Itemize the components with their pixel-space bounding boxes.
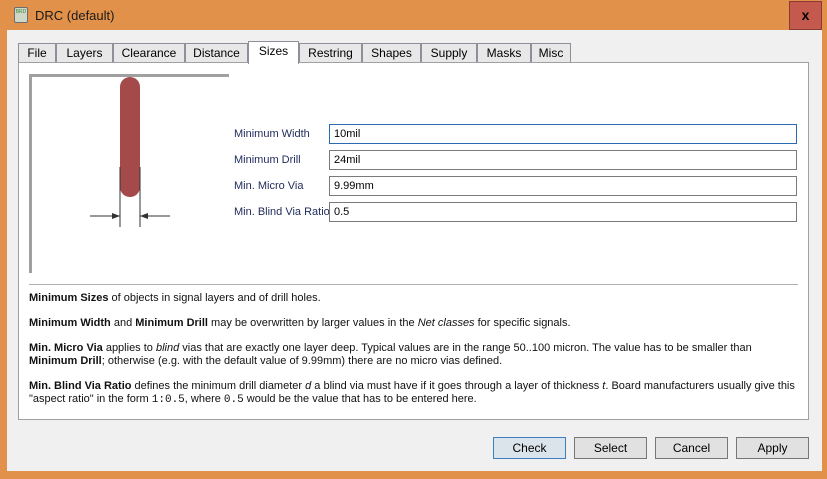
app-icon-text: BRD (15, 9, 27, 15)
min-width-label: Minimum Width (234, 128, 310, 140)
min-blind-via-ratio-input[interactable]: 0.5 (329, 202, 797, 222)
desc-paragraph-4: Min. Blind Via Ratio defines the minimum… (29, 380, 795, 406)
close-button[interactable]: x (789, 1, 822, 30)
tab-supply[interactable]: Supply (421, 43, 477, 63)
width-illustration (29, 74, 229, 273)
desc-paragraph-3: Min. Micro Via applies to blind vias tha… (29, 342, 752, 367)
min-micro-via-label: Min. Micro Via (234, 180, 304, 192)
tab-distance[interactable]: Distance (185, 43, 248, 63)
apply-button[interactable]: Apply (736, 437, 809, 459)
tab-layers[interactable]: Layers (56, 43, 113, 63)
title-bar: BRD DRC (default) x (0, 0, 827, 30)
divider (29, 284, 798, 285)
app-icon: BRD (14, 7, 28, 23)
arrow-left-icon (140, 213, 148, 219)
sizes-panel: Minimum Width 10mil Minimum Drill 24mil … (18, 62, 809, 420)
desc-paragraph-1: Minimum Sizes of objects in signal layer… (29, 292, 321, 304)
window-title: DRC (default) (35, 8, 115, 23)
min-blind-via-ratio-label: Min. Blind Via Ratio (234, 206, 330, 218)
tab-masks[interactable]: Masks (477, 43, 531, 63)
tab-shapes[interactable]: Shapes (362, 43, 421, 63)
min-micro-via-input[interactable]: 9.99mm (329, 176, 797, 196)
dialog-body: File Layers Clearance Distance Sizes Res… (7, 30, 822, 471)
trace-width-diagram (90, 77, 170, 227)
check-button[interactable]: Check (493, 437, 566, 459)
tab-restring[interactable]: Restring (299, 43, 362, 63)
tab-file[interactable]: File (18, 43, 56, 63)
tab-misc[interactable]: Misc (531, 43, 571, 63)
min-drill-label: Minimum Drill (234, 154, 301, 166)
min-drill-input[interactable]: 24mil (329, 150, 797, 170)
cancel-button[interactable]: Cancel (655, 437, 728, 459)
arrow-right-icon (112, 213, 120, 219)
select-button[interactable]: Select (574, 437, 647, 459)
tab-sizes[interactable]: Sizes (248, 41, 299, 64)
tab-clearance[interactable]: Clearance (113, 43, 185, 63)
min-width-input[interactable]: 10mil (329, 124, 797, 144)
trace-shape (120, 77, 140, 197)
desc-paragraph-2: Minimum Width and Minimum Drill may be o… (29, 317, 571, 329)
